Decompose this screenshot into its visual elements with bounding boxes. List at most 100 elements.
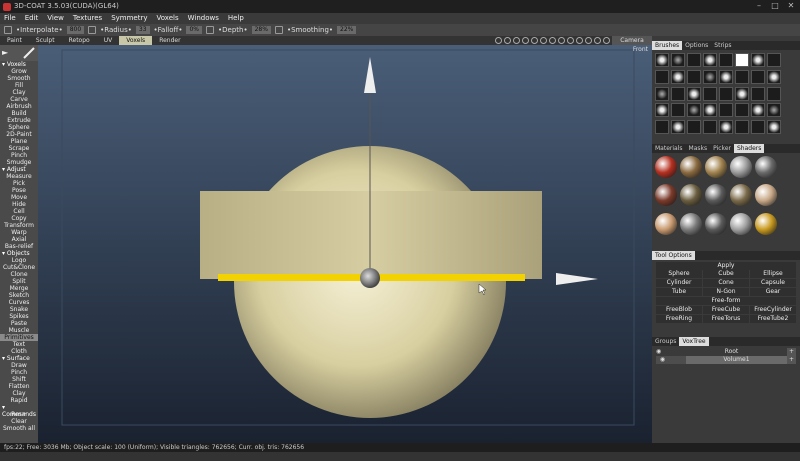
primitive-freering-button[interactable]: FreeRing [656, 315, 702, 323]
tool-item[interactable]: Airbrush [0, 103, 38, 110]
view-icon[interactable] [522, 37, 529, 44]
brush-thumb[interactable] [655, 53, 669, 67]
panel-tab-options[interactable]: Options [682, 41, 711, 50]
3d-viewport[interactable]: Front [38, 45, 652, 443]
shader-thumb[interactable] [680, 212, 702, 235]
menu-item[interactable]: Textures [73, 13, 102, 24]
view-icon[interactable] [513, 37, 520, 44]
brush-thumb[interactable] [671, 120, 685, 135]
cylinder-primitive[interactable] [200, 191, 542, 279]
shader-thumb[interactable] [730, 212, 752, 235]
shader-thumb[interactable] [680, 156, 702, 178]
brush-thumb[interactable] [671, 86, 685, 101]
brush-thumb[interactable] [703, 120, 717, 135]
tool-item[interactable]: Grow [0, 68, 38, 75]
brush-preview[interactable]: ► [0, 45, 38, 61]
tool-item[interactable]: Logo [0, 257, 38, 264]
tool-item[interactable]: Primitives [0, 334, 38, 341]
shader-thumb[interactable] [755, 156, 777, 178]
tool-item[interactable]: Cell [0, 208, 38, 215]
tool-item[interactable]: Shift [0, 376, 38, 383]
lock-icon[interactable] [274, 26, 283, 34]
tool-item[interactable]: Merge [0, 285, 38, 292]
tool-item[interactable]: Clay [0, 89, 38, 96]
primitive-cone-button[interactable]: Cone [703, 279, 749, 287]
tool-item[interactable]: Measure [0, 173, 38, 180]
brush-thumb[interactable] [703, 53, 717, 67]
tool-item[interactable]: Move [0, 194, 38, 201]
panel-tab-shaders[interactable]: Shaders [733, 144, 765, 153]
menu-item[interactable]: Symmetry [111, 13, 147, 24]
menu-item[interactable]: File [4, 13, 16, 24]
tool-item[interactable]: Carve [0, 96, 38, 103]
tool-item[interactable]: Plane [0, 138, 38, 145]
primitive-sphere-button[interactable]: Sphere [656, 270, 702, 278]
brush-thumb[interactable] [735, 120, 749, 135]
shader-thumb[interactable] [730, 156, 752, 178]
view-icon[interactable] [495, 37, 502, 44]
brush-thumb[interactable] [751, 103, 765, 118]
radius-field[interactable]: 33 [135, 26, 150, 34]
shader-thumb[interactable] [655, 212, 677, 235]
brush-thumb[interactable] [655, 120, 669, 135]
tool-item[interactable]: Warp [0, 229, 38, 236]
brush-thumb[interactable] [687, 103, 701, 118]
primitive-gear-button[interactable]: Gear [750, 288, 796, 296]
menu-item[interactable]: View [47, 13, 64, 24]
tool-item[interactable]: Axial [0, 236, 38, 243]
tool-item[interactable]: Clay [0, 390, 38, 397]
tool-item[interactable]: Muscle [0, 327, 38, 334]
eye-icon[interactable]: ◉ [656, 356, 686, 364]
tool-item[interactable]: Pose [0, 187, 38, 194]
primitive-freeblob-button[interactable]: FreeBlob [656, 306, 702, 314]
brush-thumb[interactable] [703, 103, 717, 118]
tool-item[interactable]: Bas-relief [0, 243, 38, 250]
shader-thumb[interactable] [755, 184, 777, 207]
tool-item[interactable]: Paste [0, 320, 38, 327]
primitive-freetube2-button[interactable]: FreeTube2 [750, 315, 796, 323]
tool-item[interactable]: Draw [0, 362, 38, 369]
panel-tab-materials[interactable]: Materials [652, 144, 686, 153]
view-icon[interactable] [594, 37, 601, 44]
tool-item[interactable]: Snake [0, 306, 38, 313]
brush-thumb[interactable] [751, 120, 765, 135]
falloff-field[interactable]: 0% [186, 26, 202, 34]
tree-item-root[interactable]: ◉ Root + [656, 348, 796, 356]
menu-item[interactable]: Windows [188, 13, 219, 24]
menu-item[interactable]: Edit [25, 13, 39, 24]
interpolate-field[interactable]: 800 [66, 26, 85, 34]
brush-thumb[interactable] [687, 86, 701, 101]
maximize-icon[interactable]: □ [770, 1, 780, 11]
brush-thumb[interactable] [719, 86, 733, 101]
brush-thumb[interactable] [751, 53, 765, 67]
brush-thumb[interactable] [735, 86, 749, 101]
tool-item[interactable]: Cloth [0, 348, 38, 355]
primitive-ellipse-button[interactable]: Ellipse [750, 270, 796, 278]
gizmo-y-arrow-icon[interactable] [364, 57, 376, 93]
brush-thumb[interactable] [719, 69, 733, 84]
brush-thumb[interactable] [703, 69, 717, 84]
shader-thumb[interactable] [705, 156, 727, 178]
tool-item[interactable]: Fill [0, 82, 38, 89]
view-icon[interactable] [567, 37, 574, 44]
shader-thumb[interactable] [755, 212, 777, 235]
brush-thumb[interactable] [671, 103, 685, 118]
tree-item-volume[interactable]: ◉ Volume1 + [656, 356, 796, 364]
view-icon[interactable] [504, 37, 511, 44]
tool-item[interactable]: Pinch [0, 369, 38, 376]
brush-thumb[interactable] [703, 86, 717, 101]
tool-item[interactable]: Spikes [0, 313, 38, 320]
panel-tab-voxtree[interactable]: VoxTree [679, 337, 709, 346]
view-icon[interactable] [585, 37, 592, 44]
primitive-capsule-button[interactable]: Capsule [750, 279, 796, 287]
shader-thumb[interactable] [705, 212, 727, 235]
tool-item[interactable]: Sketch [0, 292, 38, 299]
brush-thumb[interactable] [719, 53, 733, 67]
view-icon[interactable] [558, 37, 565, 44]
brush-thumb[interactable] [735, 53, 749, 67]
view-icon[interactable] [531, 37, 538, 44]
tool-item[interactable]: Smooth all [0, 425, 38, 432]
close-icon[interactable]: ✕ [786, 1, 796, 11]
shader-thumb[interactable] [705, 184, 727, 207]
bottom-scroll[interactable] [0, 452, 800, 461]
